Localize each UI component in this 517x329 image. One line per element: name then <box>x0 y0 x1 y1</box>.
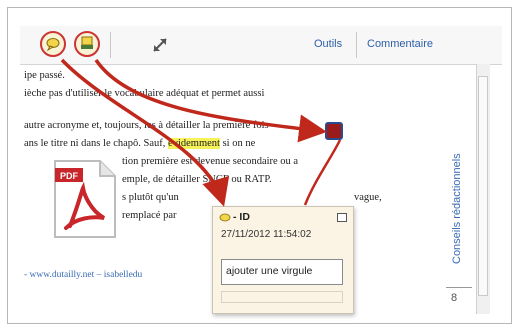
doc-line: autre acronyme et, toujours, les à détai… <box>24 120 269 131</box>
highlight-stamp-icon <box>81 36 93 49</box>
comment-note-popup[interactable]: - ID 27/11/2012 11:54:02 ajouter une vir… <box>212 206 354 314</box>
side-panel-label[interactable]: Conseils rédactionnels <box>451 153 463 264</box>
side-panel: Conseils rédactionnels <box>446 64 476 314</box>
doc-line: s plutôt qu'un <box>122 192 179 203</box>
pdf-file-icon: PDF <box>54 160 116 238</box>
doc-line: ipe passé. <box>24 70 65 81</box>
doc-text: ans le titre ni dans le chapô. Sauf, <box>24 138 166 149</box>
svg-text:PDF: PDF <box>60 171 79 181</box>
page-divider <box>446 287 472 288</box>
scrollbar[interactable] <box>476 64 490 314</box>
comment-anchor-icon[interactable] <box>325 122 343 140</box>
doc-footer: - www.dutailly.net – isabelledu <box>24 270 143 280</box>
page-number: 8 <box>451 292 458 304</box>
doc-line: emple, de détailler SNCF ou RATP. <box>122 174 272 185</box>
doc-text: si on ne <box>222 138 256 149</box>
expand-arrows-icon[interactable] <box>150 35 170 55</box>
note-resize-area[interactable] <box>221 291 343 303</box>
highlight-tool-button[interactable] <box>74 31 100 57</box>
note-bubble-icon <box>219 213 231 222</box>
note-timestamp: 27/11/2012 11:54:02 <box>221 229 312 240</box>
comment-link[interactable]: Commentaire <box>367 38 433 50</box>
note-minimize-button[interactable] <box>337 213 347 222</box>
note-author: - ID <box>233 211 250 223</box>
doc-line: ièche pas d'utiliser le vocabulaire adéq… <box>24 88 265 99</box>
highlighted-word[interactable]: évidemment <box>168 138 220 149</box>
doc-line-with-highlight: ans le titre ni dans le chapô. Sauf, évi… <box>24 138 255 149</box>
note-text-field[interactable]: ajouter une virgule <box>221 259 343 285</box>
toolbar-separator-2 <box>356 32 357 58</box>
doc-line: vague, <box>354 192 382 203</box>
speech-bubble-icon <box>46 38 60 52</box>
doc-line: remplacé par <box>122 210 177 221</box>
comment-tool-button[interactable] <box>40 31 66 57</box>
scrollbar-thumb[interactable] <box>478 76 488 296</box>
tools-link[interactable]: Outils <box>314 38 342 50</box>
doc-line: tion première est devenue secondaire ou … <box>122 156 299 167</box>
toolbar: Outils Commentaire <box>20 26 502 65</box>
toolbar-separator <box>110 32 111 58</box>
